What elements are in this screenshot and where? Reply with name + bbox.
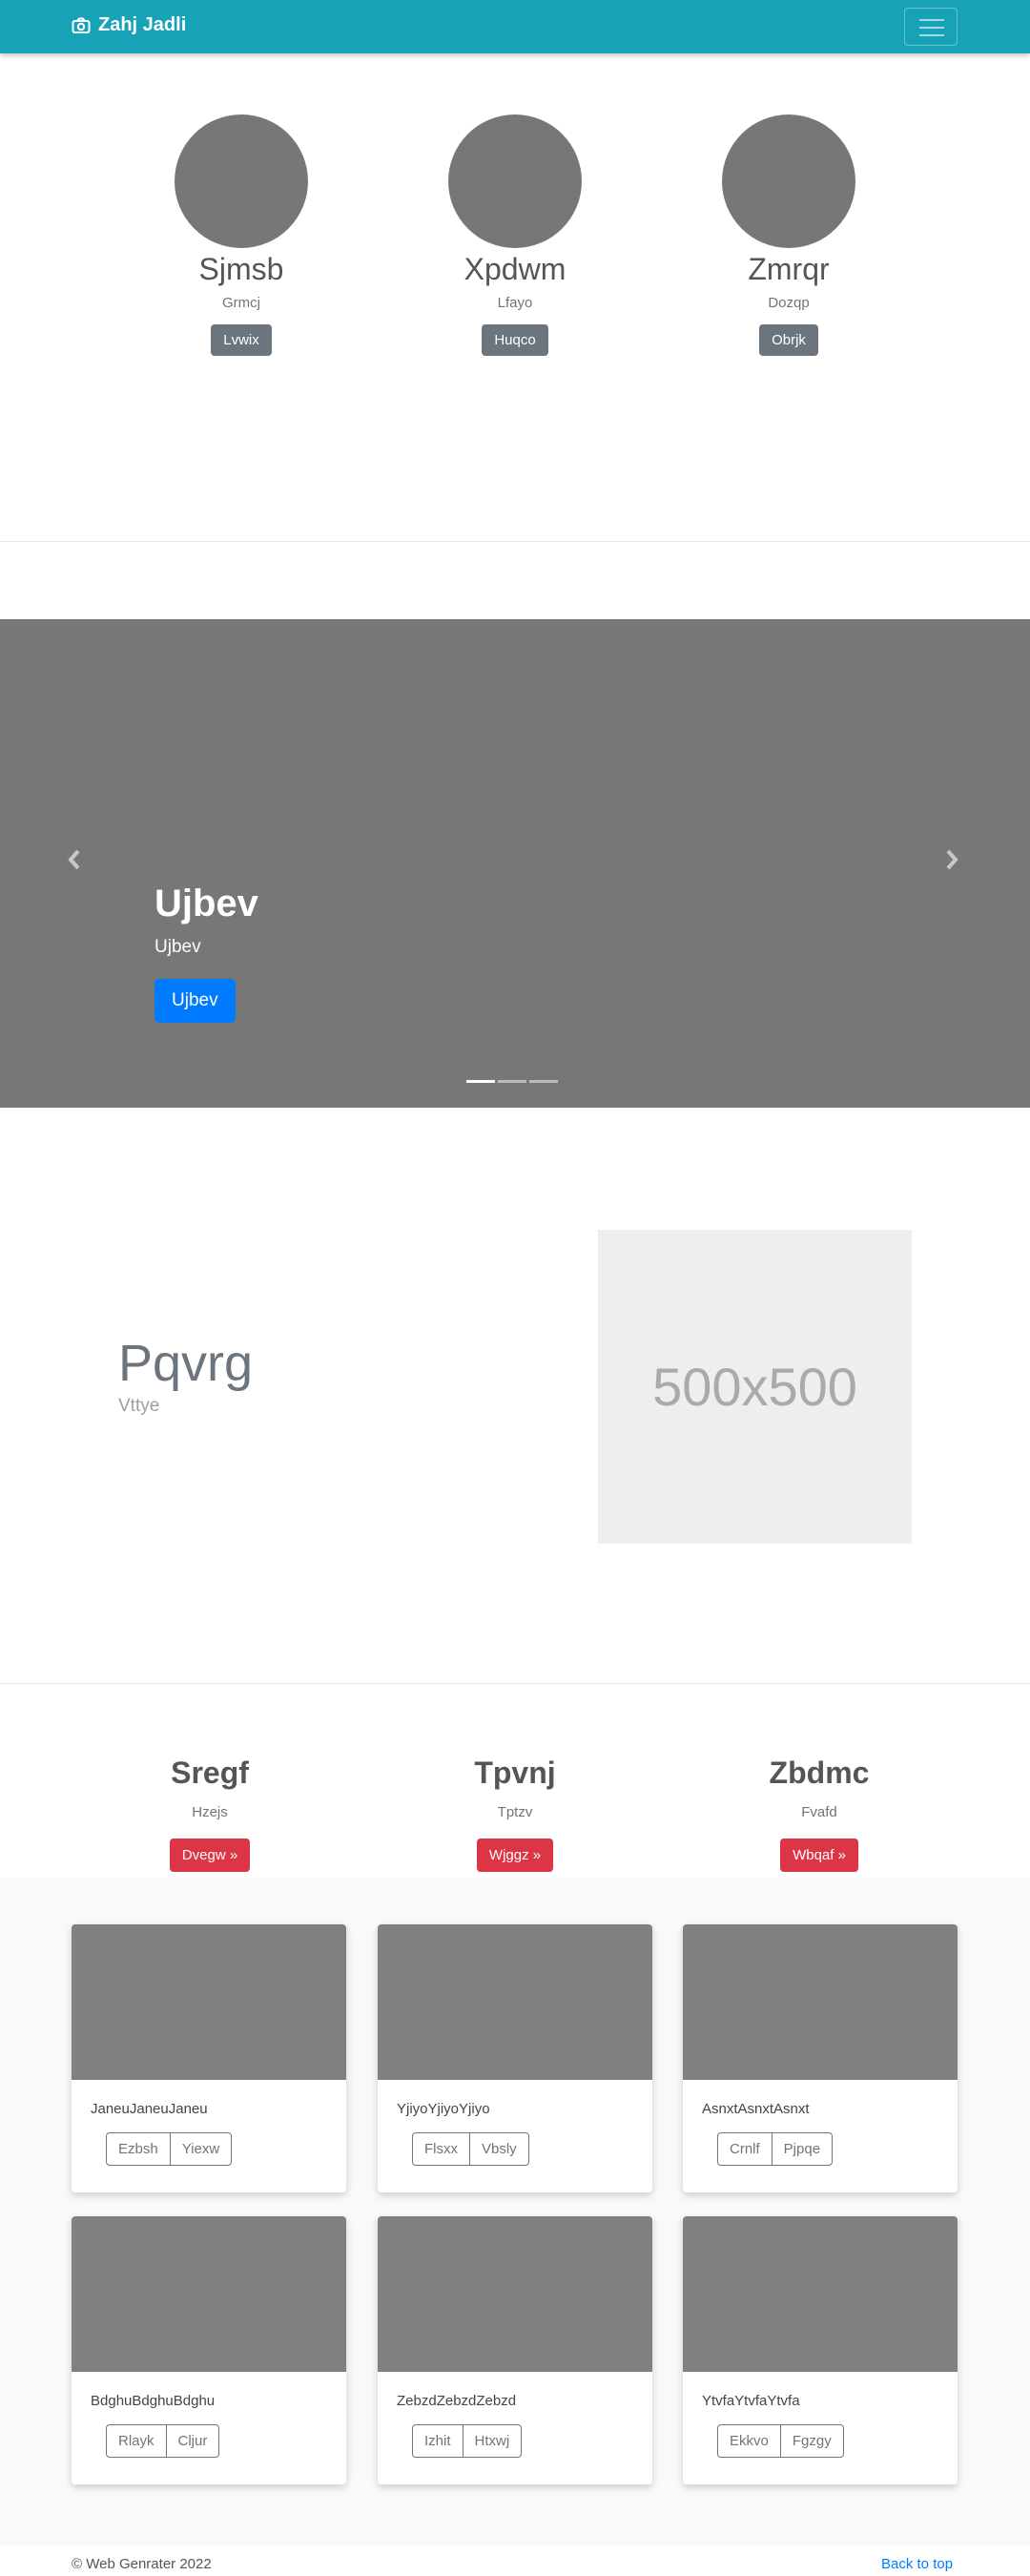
card-button[interactable]: Ezbsh <box>106 2132 171 2166</box>
member-name: Xpdwm <box>464 252 566 286</box>
feature-image-placeholder: 500x500 <box>598 1230 912 1544</box>
card-button-group: Flsxx Vbsly <box>412 2132 652 2166</box>
team-member: Sjmsb Grmcj Lvwix <box>146 114 337 356</box>
column: Tpvnj Tptzv Wjggz » <box>401 1755 629 1872</box>
chevron-left-icon <box>68 849 80 870</box>
column-title: Tpvnj <box>474 1755 556 1790</box>
carousel-button[interactable]: Ujbev <box>154 979 236 1023</box>
card-button[interactable]: Vbsly <box>470 2132 529 2166</box>
card-image <box>378 2216 652 2372</box>
team-member: Xpdwm Lfayo Huqco <box>420 114 610 356</box>
card-text: YtvfaYtvfaYtvfa <box>702 2393 800 2409</box>
brand-link[interactable]: Zahj Jadli <box>72 14 186 36</box>
carousel-title: Ujbev <box>154 883 258 924</box>
album-card: ZebzdZebzdZebzd Izhit Htxwj <box>378 2216 652 2484</box>
team-member: Zmrqr Dozqp Obrjk <box>693 114 884 356</box>
card-image <box>72 2216 346 2372</box>
card-button[interactable]: Flsxx <box>412 2132 470 2166</box>
avatar <box>722 114 855 248</box>
navbar-toggler-button[interactable] <box>904 8 958 46</box>
member-button[interactable]: Huqco <box>482 324 548 356</box>
card-button-group: Ezbsh Yiexw <box>106 2132 346 2166</box>
member-name: Sjmsb <box>198 252 284 286</box>
carousel-indicator[interactable] <box>529 1080 558 1083</box>
avatar <box>175 114 308 248</box>
card-image <box>378 1924 652 2080</box>
card-button[interactable]: Crnlf <box>717 2132 772 2166</box>
column-button[interactable]: Wjggz » <box>476 1839 554 1872</box>
carousel-next-button[interactable] <box>944 848 959 877</box>
card-button[interactable]: Htxwj <box>463 2424 523 2458</box>
card-button[interactable]: Rlayk <box>106 2424 167 2458</box>
carousel-text: Ujbev <box>154 937 201 957</box>
column: Sregf Hzejs Dvegw » <box>95 1755 324 1872</box>
column-subtitle: Hzejs <box>192 1804 228 1820</box>
member-role: Dozqp <box>768 295 810 311</box>
album-card: AsnxtAsnxtAsnxt Crnlf Pjpqe <box>683 1924 958 2192</box>
member-role: Lfayo <box>497 295 533 311</box>
card-button[interactable]: Ekkvo <box>717 2424 781 2458</box>
card-text: YjiyoYjiyoYjiyo <box>397 2101 490 2117</box>
card-text: AsnxtAsnxtAsnxt <box>702 2101 810 2117</box>
navbar: Zahj Jadli <box>0 0 1030 53</box>
chevron-right-icon <box>946 849 958 870</box>
column-title: Sregf <box>171 1755 249 1790</box>
column-button[interactable]: Wbqaf » <box>780 1839 858 1872</box>
card-text: ZebzdZebzdZebzd <box>397 2393 517 2409</box>
carousel-caption: Ujbev Ujbev Ujbev <box>154 883 258 1023</box>
column-subtitle: Fvafd <box>801 1804 837 1820</box>
member-role: Grmcj <box>222 295 260 311</box>
card-image <box>683 1924 958 2080</box>
divider <box>0 541 1030 542</box>
card-text: JaneuJaneuJaneu <box>91 2101 208 2117</box>
brand-text: Zahj Jadli <box>98 14 187 35</box>
divider <box>0 1683 1030 1684</box>
album-card: BdghuBdghuBdghu Rlayk Cljur <box>72 2216 346 2484</box>
member-name: Zmrqr <box>748 252 830 286</box>
card-text: BdghuBdghuBdghu <box>91 2393 216 2409</box>
album-card: YjiyoYjiyoYjiyo Flsxx Vbsly <box>378 1924 652 2192</box>
avatar <box>448 114 582 248</box>
member-button[interactable]: Lvwix <box>211 324 272 356</box>
carousel-prev-button[interactable] <box>67 848 82 877</box>
back-to-top-link[interactable]: Back to top <box>881 2556 953 2572</box>
camera-icon <box>72 17 91 33</box>
column-subtitle: Tptzv <box>497 1804 533 1820</box>
card-button[interactable]: Yiexw <box>170 2132 233 2166</box>
card-button[interactable]: Cljur <box>166 2424 220 2458</box>
card-image <box>683 2216 958 2372</box>
album-card: JaneuJaneuJaneu Ezbsh Yiexw <box>72 1924 346 2192</box>
feature-subheading: Vttye <box>118 1396 160 1416</box>
card-button-group: Ekkvo Fgzgy <box>717 2424 958 2458</box>
card-image <box>72 1924 346 2080</box>
carousel-indicators <box>466 1080 561 1083</box>
footer-copyright: © Web Genrater 2022 <box>72 2556 212 2572</box>
feature-heading: Pqvrg <box>118 1335 254 1392</box>
card-button[interactable]: Fgzgy <box>780 2424 844 2458</box>
card-button[interactable]: Pjpqe <box>772 2132 834 2166</box>
carousel-indicator[interactable] <box>498 1080 526 1083</box>
member-button[interactable]: Obrjk <box>759 324 818 356</box>
column-title: Zbdmc <box>769 1755 870 1790</box>
card-button-group: Rlayk Cljur <box>106 2424 346 2458</box>
carousel-indicator[interactable] <box>466 1080 495 1083</box>
card-button-group: Izhit Htxwj <box>412 2424 652 2458</box>
card-button[interactable]: Izhit <box>412 2424 464 2458</box>
album-card: YtvfaYtvfaYtvfa Ekkvo Fgzgy <box>683 2216 958 2484</box>
placeholder-label: 500x500 <box>652 1357 857 1417</box>
carousel: Ujbev Ujbev Ujbev <box>0 619 1030 1108</box>
card-button-group: Crnlf Pjpqe <box>717 2132 958 2166</box>
column: Zbdmc Fvafd Wbqaf » <box>705 1755 934 1872</box>
column-button[interactable]: Dvegw » <box>169 1839 251 1872</box>
